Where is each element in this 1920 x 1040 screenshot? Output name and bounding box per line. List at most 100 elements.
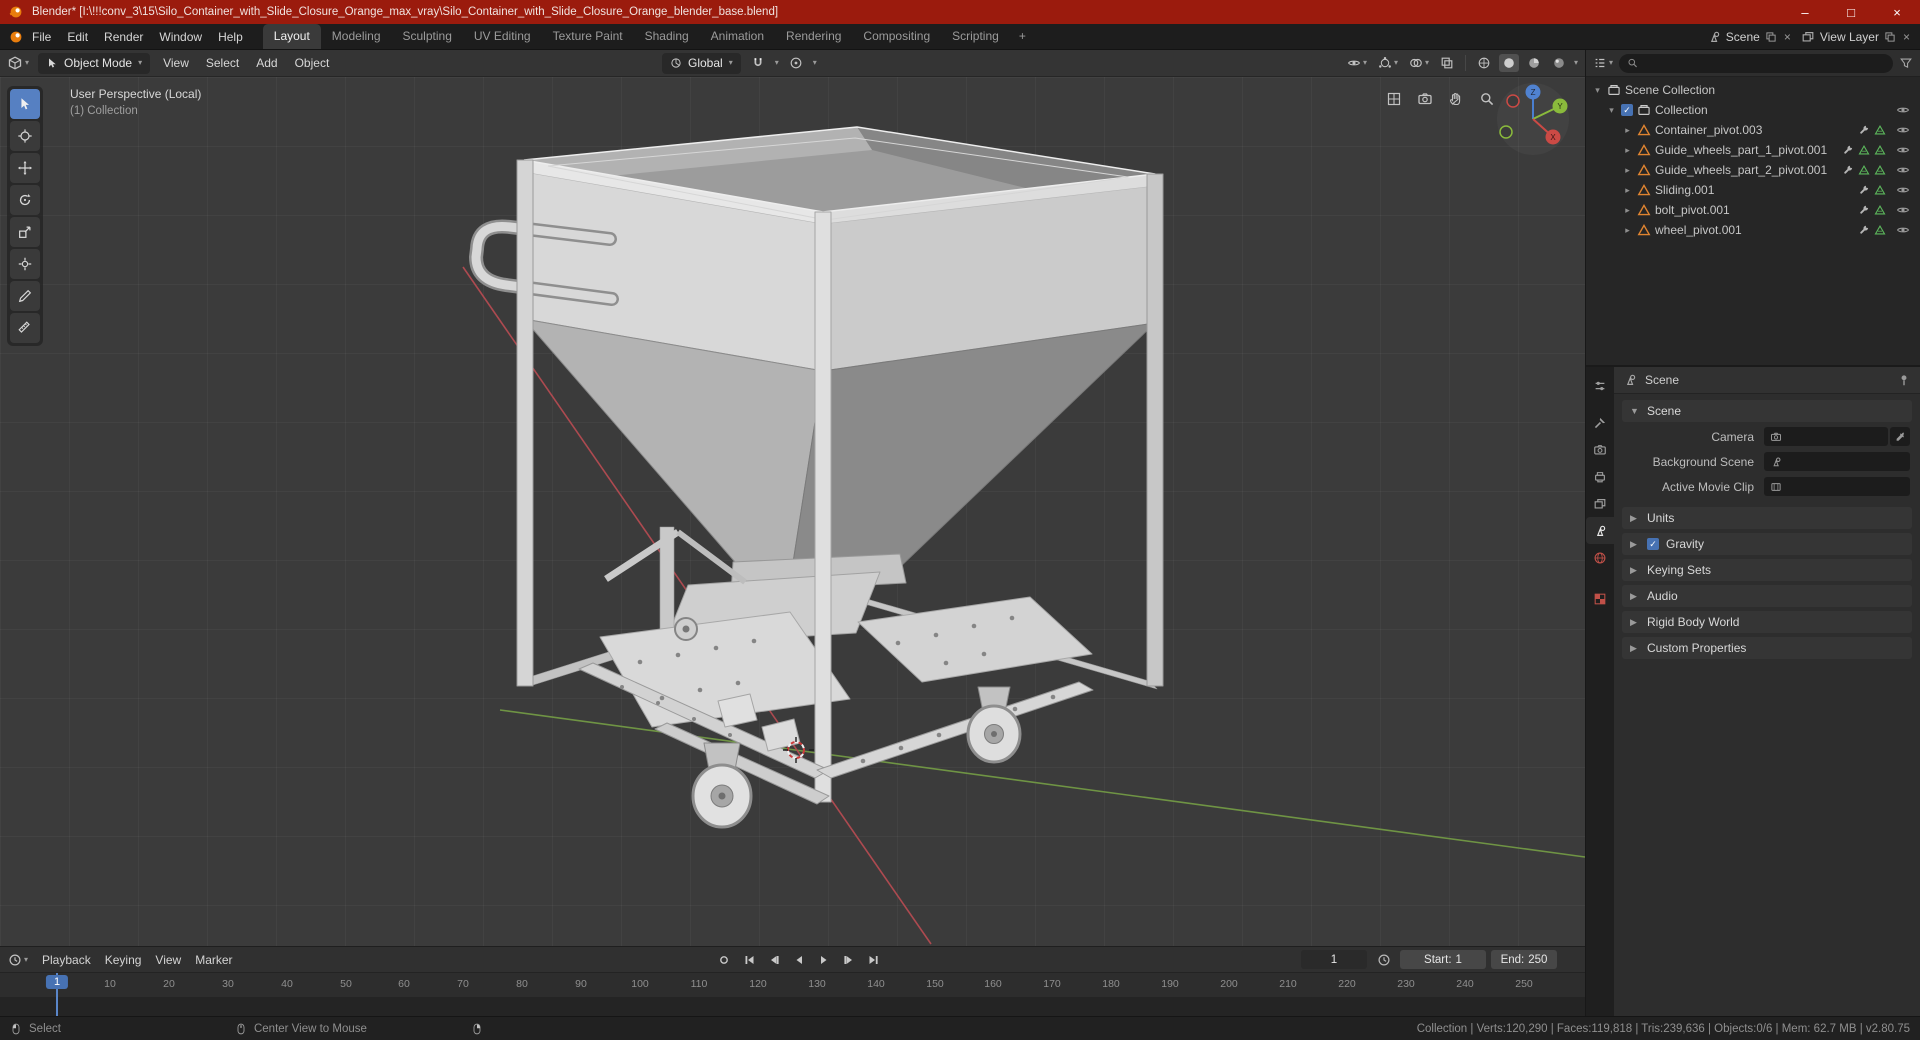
minimize-button[interactable]: – [1782, 0, 1828, 24]
outliner-editor-type-button[interactable]: ▾ [1593, 56, 1613, 70]
view-layer-selector[interactable]: View Layer × [1801, 30, 1912, 44]
mesh-data-icon[interactable] [1874, 164, 1886, 176]
object-visibility-dropdown[interactable]: ▾ [1344, 54, 1370, 72]
remove-view-layer-icon[interactable]: × [1901, 30, 1912, 44]
xray-toggle[interactable] [1437, 54, 1457, 72]
transform-orientation-dropdown[interactable]: Global ▾ [662, 52, 741, 74]
expand-caret-icon[interactable]: ▾ [1606, 105, 1617, 116]
modifier-wrench-icon[interactable] [1858, 204, 1870, 216]
shading-wireframe-button[interactable] [1474, 54, 1494, 72]
tool-transform[interactable] [10, 249, 40, 279]
camera-view-icon[interactable] [1418, 93, 1432, 105]
toggle-projection-icon[interactable] [1387, 92, 1401, 106]
menu-render[interactable]: Render [96, 27, 151, 47]
frame-end-field[interactable]: End: 250 [1491, 950, 1557, 969]
shading-material-button[interactable] [1524, 54, 1544, 72]
panel-keying-sets[interactable]: ▶ Keying Sets [1622, 559, 1912, 581]
expand-caret-icon[interactable]: ▾ [1592, 85, 1603, 96]
play-button[interactable] [812, 950, 835, 969]
tab-sculpting[interactable]: Sculpting [392, 24, 463, 49]
panel-rigid-body-world[interactable]: ▶ Rigid Body World [1622, 611, 1912, 633]
panel-scene[interactable]: ▼ Scene [1622, 400, 1912, 422]
editor-type-button[interactable]: ▾ [7, 55, 29, 71]
proportional-edit-toggle[interactable] [786, 54, 806, 72]
tool-cursor[interactable] [10, 121, 40, 151]
modifier-wrench-icon[interactable] [1858, 224, 1870, 236]
outliner-row-object[interactable]: ▸ Container_pivot.003 [1586, 120, 1920, 140]
collection-checkbox[interactable]: ✓ [1621, 104, 1633, 116]
menu-view[interactable]: View [155, 953, 181, 967]
filter-funnel-icon[interactable] [1899, 56, 1913, 70]
menu-add[interactable]: Add [252, 56, 281, 70]
menu-window[interactable]: Window [151, 27, 210, 47]
3d-viewport[interactable]: Z Y X User Perspective (Local) (1) Colle… [0, 77, 1585, 946]
playhead-badge[interactable]: 1 [45, 975, 69, 989]
hide-eye-icon[interactable] [1890, 163, 1910, 177]
menu-view[interactable]: View [159, 56, 193, 70]
mesh-data-icon[interactable] [1874, 124, 1886, 136]
timeline-editor-type-button[interactable]: ▾ [8, 953, 28, 967]
hide-eye-icon[interactable] [1890, 203, 1910, 217]
expand-caret-icon[interactable]: ▸ [1622, 165, 1633, 176]
panel-gravity[interactable]: ▶ ✓ Gravity [1622, 533, 1912, 555]
eyedropper-button[interactable] [1890, 427, 1910, 446]
menu-edit[interactable]: Edit [59, 27, 96, 47]
modifier-wrench-icon[interactable] [1858, 124, 1870, 136]
menu-help[interactable]: Help [210, 27, 251, 47]
modifier-wrench-icon[interactable] [1858, 184, 1870, 196]
hide-eye-icon[interactable] [1890, 223, 1910, 237]
menu-keying[interactable]: Keying [105, 953, 142, 967]
active-movie-clip-field[interactable] [1764, 477, 1910, 496]
new-scene-icon[interactable] [1765, 31, 1777, 43]
mesh-data-icon[interactable] [1874, 224, 1886, 236]
snap-toggle[interactable] [748, 54, 768, 72]
background-scene-field[interactable] [1764, 452, 1910, 471]
menu-object[interactable]: Object [291, 56, 334, 70]
outliner-row-object[interactable]: ▸ Sliding.001 [1586, 180, 1920, 200]
outliner-row-object[interactable]: ▸ Guide_wheels_part_1_pivot.001 [1586, 140, 1920, 160]
menu-select[interactable]: Select [202, 56, 243, 70]
gravity-checkbox[interactable]: ✓ [1647, 538, 1659, 550]
pan-hand-icon[interactable] [1450, 92, 1461, 106]
modifier-wrench-icon[interactable] [1842, 144, 1854, 156]
use-preview-range-toggle[interactable] [1372, 950, 1395, 969]
shading-options-chevron-icon[interactable]: ▾ [1574, 59, 1578, 67]
tab-uv-editing[interactable]: UV Editing [463, 24, 542, 49]
hide-eye-icon[interactable] [1890, 103, 1910, 117]
outliner-row-scene-collection[interactable]: ▾ Scene Collection [1586, 80, 1920, 100]
tool-rotate[interactable] [10, 185, 40, 215]
shading-solid-button[interactable] [1498, 54, 1519, 72]
current-frame-field[interactable]: 1 [1301, 950, 1367, 969]
timeline-ruler[interactable]: 10 20 30 40 50 60 70 80 90 100 110 120 1… [0, 973, 1585, 997]
previous-keyframe-button[interactable] [762, 950, 785, 969]
jump-to-end-button[interactable] [862, 950, 885, 969]
outliner-search-input[interactable] [1643, 57, 1885, 69]
tab-view-layer[interactable] [1586, 490, 1614, 517]
add-workspace-button[interactable]: + [1010, 24, 1035, 49]
outliner-search[interactable] [1619, 53, 1893, 73]
mesh-data-icon[interactable] [1874, 204, 1886, 216]
mode-dropdown[interactable]: Object Mode ▾ [38, 52, 151, 74]
menu-file[interactable]: File [24, 27, 59, 47]
mesh-data-icon[interactable] [1874, 144, 1886, 156]
tool-annotate[interactable] [10, 281, 40, 311]
frame-start-field[interactable]: Start: 1 [1400, 950, 1486, 969]
tab-layout[interactable]: Layout [262, 24, 321, 49]
show-gizmo-dropdown[interactable]: ▾ [1375, 54, 1401, 72]
tool-scale[interactable] [10, 217, 40, 247]
overlays-dropdown[interactable]: ▾ [1406, 54, 1432, 72]
jump-to-start-button[interactable] [737, 950, 760, 969]
camera-field[interactable] [1764, 427, 1888, 446]
pin-icon[interactable] [1897, 373, 1911, 387]
outliner-row-object[interactable]: ▸ bolt_pivot.001 [1586, 200, 1920, 220]
blender-menu-icon[interactable] [8, 29, 24, 45]
play-reverse-button[interactable] [787, 950, 810, 969]
shading-rendered-button[interactable] [1549, 54, 1569, 72]
tool-move[interactable] [10, 153, 40, 183]
expand-caret-icon[interactable]: ▸ [1622, 225, 1633, 236]
outliner-row-object[interactable]: ▸ wheel_pivot.001 [1586, 220, 1920, 240]
expand-caret-icon[interactable]: ▸ [1622, 185, 1633, 196]
tab-modeling[interactable]: Modeling [321, 24, 392, 49]
panel-audio[interactable]: ▶ Audio [1622, 585, 1912, 607]
mesh-data-icon[interactable] [1858, 144, 1870, 156]
